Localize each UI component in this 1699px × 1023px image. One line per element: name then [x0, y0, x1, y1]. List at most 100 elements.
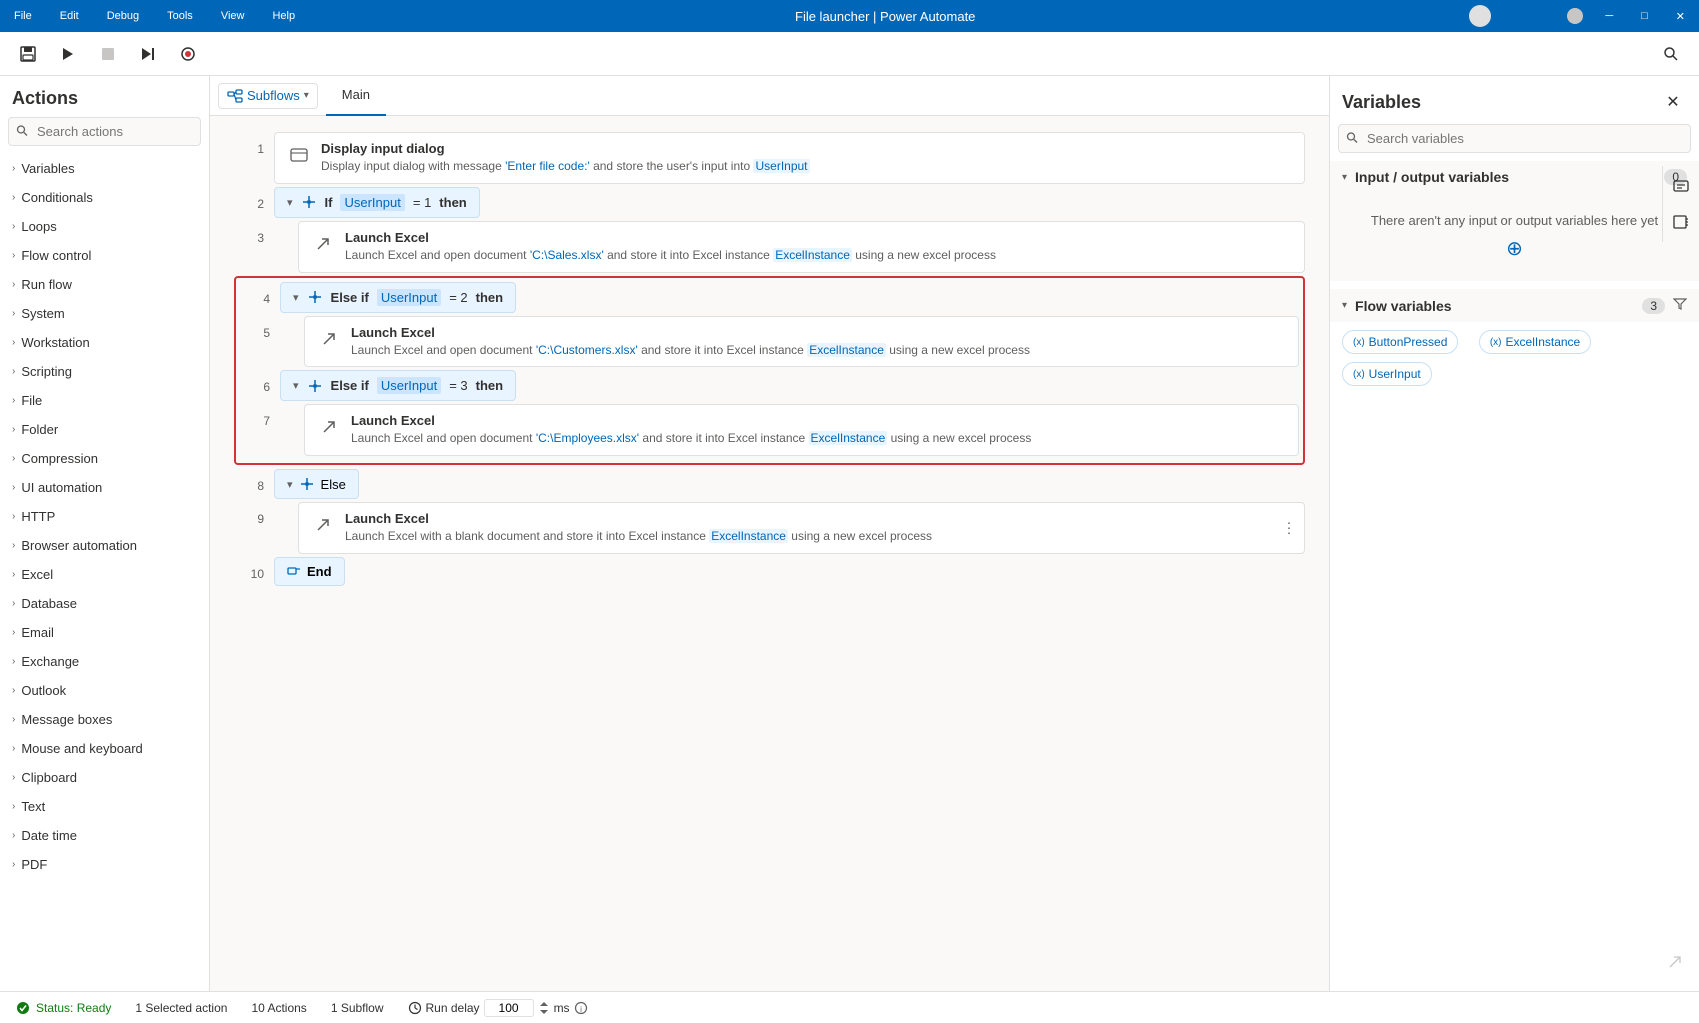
collapse-icon[interactable]: ▾	[287, 196, 293, 209]
save-button[interactable]	[12, 38, 44, 70]
end-block[interactable]: End	[274, 557, 345, 586]
variables-icon-btn-1[interactable]	[1665, 170, 1697, 202]
variable-chip: ExcelInstance	[773, 248, 852, 262]
actions-item-exchange[interactable]: › Exchange	[0, 647, 209, 676]
launch-excel-2-action[interactable]: Launch Excel Launch Excel and open docum…	[304, 316, 1299, 368]
variable-chip-userinput[interactable]: (x) UserInput	[1342, 362, 1432, 386]
variables-icon-btn-2[interactable]	[1665, 206, 1697, 238]
action-label: UI automation	[21, 480, 102, 495]
run-delay-stepper[interactable]	[538, 1000, 550, 1016]
titlebar-menu: File Edit Debug Tools View Help	[8, 8, 301, 24]
else-block[interactable]: ▾ Else	[274, 469, 359, 499]
minimize-btn[interactable]: ─	[1599, 8, 1619, 24]
io-section-header[interactable]: ▾ Input / output variables 0	[1330, 161, 1699, 193]
menu-view[interactable]: View	[215, 8, 251, 24]
subflows-button[interactable]: Subflows ▾	[218, 83, 318, 109]
actions-item-browser-automation[interactable]: › Browser automation	[0, 531, 209, 560]
action-desc: Launch Excel and open document 'C:\Emplo…	[351, 430, 1286, 447]
menu-edit[interactable]: Edit	[54, 8, 85, 24]
actions-item-flow-control[interactable]: › Flow control	[0, 241, 209, 270]
variables-close-button[interactable]: ✕	[1659, 88, 1687, 116]
run-button[interactable]	[52, 38, 84, 70]
io-section-empty: There aren't any input or output variabl…	[1330, 193, 1699, 281]
actions-item-workstation[interactable]: › Workstation	[0, 328, 209, 357]
actions-item-ui-automation[interactable]: › UI automation	[0, 473, 209, 502]
actions-item-database[interactable]: › Database	[0, 589, 209, 618]
display-input-dialog-action[interactable]: Display input dialog Display input dialo…	[274, 132, 1305, 184]
actions-item-system[interactable]: › System	[0, 299, 209, 328]
actions-item-loops[interactable]: › Loops	[0, 212, 209, 241]
record-button[interactable]	[172, 38, 204, 70]
search-actions-input[interactable]	[8, 117, 201, 146]
else-if-2-then-keyword: then	[476, 378, 503, 393]
actions-item-pdf[interactable]: › PDF	[0, 850, 209, 879]
launch-excel-1-action[interactable]: Launch Excel Launch Excel and open docum…	[298, 221, 1305, 273]
menu-file[interactable]: File	[8, 8, 38, 24]
canvas-search-button[interactable]	[1655, 38, 1687, 70]
actions-item-conditionals[interactable]: › Conditionals	[0, 183, 209, 212]
subflows-bar: Subflows ▾ Main	[210, 76, 1329, 116]
flow-section-header[interactable]: ▾ Flow variables 3	[1330, 289, 1699, 322]
actions-item-folder[interactable]: › Folder	[0, 415, 209, 444]
more-options-icon[interactable]: ⋮	[1282, 520, 1296, 537]
flow-number-2: 2	[234, 187, 264, 211]
io-add-icon[interactable]: ⊕	[1346, 236, 1683, 261]
variable-chip-buttonpressed[interactable]: (x) ButtonPressed	[1342, 330, 1458, 354]
menu-help[interactable]: Help	[266, 8, 301, 24]
launch-excel-3-action[interactable]: Launch Excel Launch Excel and open docum…	[304, 404, 1299, 456]
search-variables-input[interactable]	[1338, 124, 1691, 153]
next-step-button[interactable]	[132, 38, 164, 70]
actions-item-http[interactable]: › HTTP	[0, 502, 209, 531]
flow-number-8: 8	[234, 469, 264, 493]
collapse-icon[interactable]: ▾	[293, 291, 299, 304]
variable-chip-excelinstance[interactable]: (x) ExcelInstance	[1479, 330, 1591, 354]
chevron-right-icon: ›	[12, 511, 15, 522]
actions-item-message-boxes[interactable]: › Message boxes	[0, 705, 209, 734]
actions-item-scripting[interactable]: › Scripting	[0, 357, 209, 386]
flow-row-1: 1 Display input dialog Display input dia…	[234, 132, 1305, 184]
actions-item-text[interactable]: › Text	[0, 792, 209, 821]
actions-item-file[interactable]: › File	[0, 386, 209, 415]
main-tab[interactable]: Main	[326, 76, 386, 116]
actions-item-variables[interactable]: › Variables	[0, 154, 209, 183]
stop-button[interactable]	[92, 38, 124, 70]
flow-section-title: Flow variables	[1355, 298, 1634, 314]
actions-item-email[interactable]: › Email	[0, 618, 209, 647]
action-label: Workstation	[21, 335, 89, 350]
flow-body-8: ▾ Else	[274, 469, 1305, 499]
collapse-icon[interactable]: ▾	[293, 379, 299, 392]
close-btn[interactable]: ✕	[1670, 8, 1691, 25]
else-if-then-keyword: then	[476, 290, 503, 305]
if-block[interactable]: ▾ If UserInput = 1 then	[274, 187, 480, 218]
chevron-right-icon: ›	[12, 656, 15, 667]
actions-item-compression[interactable]: › Compression	[0, 444, 209, 473]
actions-item-run-flow[interactable]: › Run flow	[0, 270, 209, 299]
display-input-dialog-text: Display input dialog Display input dialo…	[321, 141, 1292, 175]
variable-chip: ExcelInstance	[807, 343, 886, 357]
actions-item-excel[interactable]: › Excel	[0, 560, 209, 589]
actions-item-outlook[interactable]: › Outlook	[0, 676, 209, 705]
else-if-2-block[interactable]: ▾ Else if UserInput = 3 then	[280, 370, 516, 401]
actions-item-mouse-keyboard[interactable]: › Mouse and keyboard	[0, 734, 209, 763]
variable-name: ButtonPressed	[1369, 335, 1448, 349]
chevron-right-icon: ›	[12, 192, 15, 203]
maximize-btn[interactable]: □	[1635, 8, 1654, 24]
else-if-1-block[interactable]: ▾ Else if UserInput = 2 then	[280, 282, 516, 313]
actions-list: › Variables › Conditionals › Loops › Flo…	[0, 154, 209, 991]
actions-item-datetime[interactable]: › Date time	[0, 821, 209, 850]
launch-excel-4-action[interactable]: Launch Excel Launch Excel with a blank d…	[298, 502, 1305, 554]
collapse-icon[interactable]: ▾	[287, 478, 293, 491]
flow-body-10: End	[274, 557, 1305, 586]
run-delay-input[interactable]	[484, 999, 534, 1017]
menu-tools[interactable]: Tools	[161, 8, 199, 24]
filter-icon[interactable]	[1673, 297, 1687, 314]
chevron-right-icon: ›	[12, 279, 15, 290]
chevron-right-icon: ›	[12, 685, 15, 696]
end-keyword: End	[307, 564, 332, 579]
variables-title: Variables	[1342, 92, 1421, 113]
actions-item-clipboard[interactable]: › Clipboard	[0, 763, 209, 792]
menu-debug[interactable]: Debug	[101, 8, 145, 24]
run-delay-label: Run delay	[426, 1001, 480, 1015]
action-label: Browser automation	[21, 538, 137, 553]
actions-search-icon	[16, 124, 28, 139]
